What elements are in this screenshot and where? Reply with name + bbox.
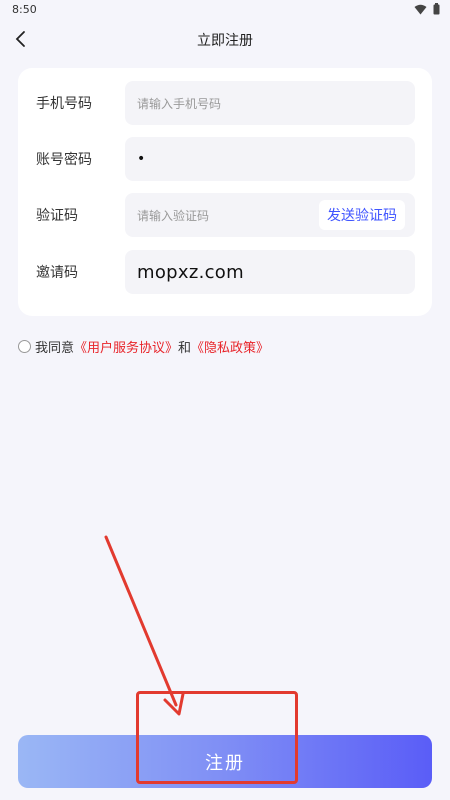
phone-row: 手机号码 请输入手机号码 [18,81,432,125]
status-time: 8:50 [12,3,37,16]
verify-code-placeholder: 请输入验证码 [137,208,210,223]
status-bar: 8:50 [0,0,450,20]
phone-label: 手机号码 [36,96,92,112]
verify-code-input[interactable]: 请输入验证码 发送验证码 [125,193,415,237]
register-form-card: 手机号码 请输入手机号码 账号密码 • 验证码 请输入验证码 发送验证码 邀请码… [18,68,432,316]
phone-input[interactable]: 请输入手机号码 [125,81,415,125]
phone-placeholder: 请输入手机号码 [137,96,222,111]
invite-code-label: 邀请码 [36,265,78,281]
agreement-row: 我同意 《用户服务协议》 和 《隐私政策》 [18,336,269,356]
nav-bar: 立即注册 [0,20,450,58]
page-title: 立即注册 [197,33,253,49]
battery-icon [433,3,440,15]
wifi-icon [414,4,427,14]
invite-code-input[interactable]: mopxz.com [125,250,415,294]
password-row: 账号密码 • [18,137,432,181]
send-code-button[interactable]: 发送验证码 [319,200,405,230]
agree-prefix: 我同意 [35,340,75,356]
annotation-highlight-box [136,691,298,784]
privacy-policy-link[interactable]: 《隐私政策》 [191,337,269,356]
invite-code-row: 邀请码 mopxz.com [18,250,432,294]
verify-code-label: 验证码 [36,208,78,224]
agree-radio[interactable] [18,339,31,353]
verify-code-row: 验证码 请输入验证码 发送验证码 [18,193,432,237]
agree-and: 和 [178,340,192,356]
password-value: • [137,151,146,167]
password-label: 账号密码 [36,152,92,168]
password-input[interactable]: • [125,137,415,181]
user-agreement-link[interactable]: 《用户服务协议》 [74,337,178,356]
invite-code-value: mopxz.com [137,261,244,283]
status-icons [414,3,440,15]
